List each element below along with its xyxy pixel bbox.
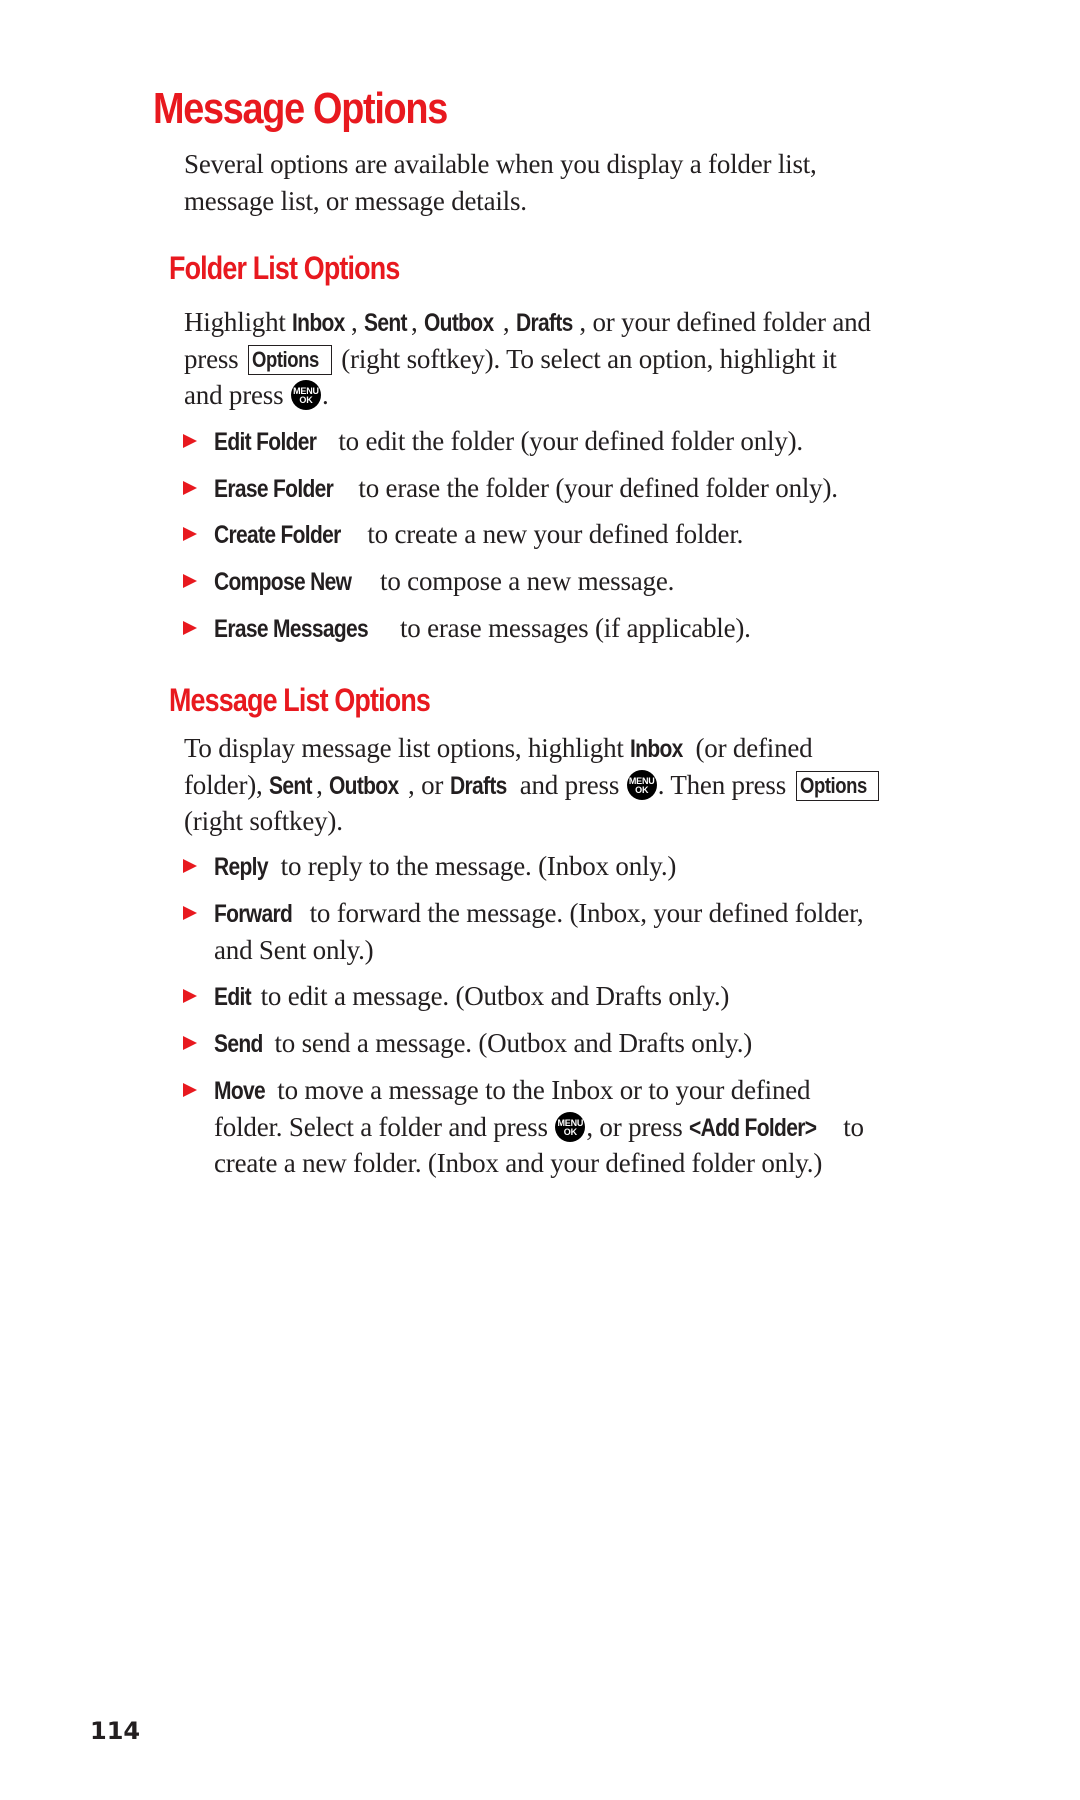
menu-ok-key-icon: MENU OK <box>626 769 657 800</box>
folder-list-paragraph: Highlight Inbox, Sent, Outbox, Drafts, o… <box>184 304 974 414</box>
option-term: Reply <box>214 853 269 881</box>
page-title: Message Options <box>153 84 448 133</box>
softkey-text: Options <box>252 346 319 372</box>
option-term: Forward <box>214 900 293 928</box>
red-triangle-bullet-icon <box>183 574 197 588</box>
text: and press <box>513 769 626 800</box>
red-triangle-bullet-icon <box>183 1036 197 1050</box>
option-desc: to send a message. (Outbox and Drafts on… <box>267 1028 753 1058</box>
text: and press <box>184 380 290 411</box>
term-outbox: Outbox <box>329 771 399 800</box>
option-desc: to forward the message. (Inbox, your def… <box>303 898 864 928</box>
option-desc: to reply to the message. (Inbox only.) <box>274 851 677 881</box>
text: , <box>316 769 330 800</box>
list-item-text: Move to move a message to the Inbox or t… <box>214 1072 994 1182</box>
list-item-text: Forward to forward the message. (Inbox, … <box>214 895 994 968</box>
text: to <box>836 1111 864 1142</box>
term-inbox: Inbox <box>292 309 345 337</box>
option-term: Compose New <box>214 568 352 596</box>
option-term: Create Folder <box>214 521 341 549</box>
term-outbox: Outbox <box>424 309 494 337</box>
text: folder. Select a folder and press <box>214 1111 555 1142</box>
paragraph-line: Highlight Inbox, Sent, Outbox, Drafts, o… <box>184 304 974 341</box>
options-softkey-label: Options <box>248 344 332 375</box>
list-item-text: Send to send a message. (Outbox and Draf… <box>214 1025 994 1063</box>
option-term: Erase Messages <box>214 615 369 643</box>
option-term: Move <box>214 1077 266 1105</box>
option-desc: to edit the folder (your defined folder … <box>331 426 803 456</box>
red-triangle-bullet-icon <box>183 859 197 873</box>
paragraph-line: press Options (right softkey). To select… <box>184 341 974 378</box>
text: . <box>321 380 329 411</box>
paragraph-line: To display message list options, highlig… <box>184 730 974 767</box>
option-desc: to erase the folder (your defined folder… <box>351 473 838 503</box>
text: . Then press <box>657 769 793 800</box>
item-line: folder. Select a folder and press MENU OK… <box>214 1109 994 1146</box>
paragraph-line: and press MENU OK. <box>184 377 974 414</box>
page-number: 114 <box>90 1717 141 1745</box>
red-triangle-bullet-icon <box>183 434 197 448</box>
section-heading-folder-list: Folder List Options <box>169 250 400 286</box>
text: (or defined <box>688 733 813 763</box>
text: press <box>184 343 246 374</box>
text: folder), <box>184 769 270 800</box>
text: , or your defined folder and <box>579 307 871 337</box>
option-desc: to move a message to the Inbox or to you… <box>270 1075 811 1105</box>
icon-text: OK <box>299 395 313 406</box>
manual-page: Message Options Several options are avai… <box>0 0 1080 1800</box>
list-item-text: Erase Messages to erase messages (if app… <box>214 610 994 648</box>
message-list-paragraph: To display message list options, highlig… <box>184 730 974 840</box>
options-softkey-label: Options <box>795 770 880 801</box>
text: To display message list options, highlig… <box>184 733 631 763</box>
term-sent: Sent <box>364 309 407 337</box>
list-item-text: Create Folder to create a new your defin… <box>214 516 994 554</box>
text: (right softkey). To select an option, hi… <box>334 343 837 374</box>
option-term: Edit Folder <box>214 428 317 456</box>
red-triangle-bullet-icon <box>183 989 197 1003</box>
intro-line: message list, or message details. <box>184 185 527 216</box>
red-triangle-bullet-icon <box>183 481 197 495</box>
red-triangle-bullet-icon <box>183 621 197 635</box>
text: , or <box>407 769 450 800</box>
list-item-text: Edit to edit a message. (Outbox and Draf… <box>214 978 994 1016</box>
option-desc: to create a new your defined folder. <box>360 519 744 549</box>
text: , <box>411 307 425 337</box>
section-heading-message-list: Message List Options <box>169 682 431 718</box>
paragraph-line: (right softkey). <box>184 806 343 837</box>
text: Highlight <box>184 307 293 337</box>
term-drafts: Drafts <box>449 771 507 800</box>
option-desc: to edit a message. (Outbox and Drafts on… <box>254 981 730 1011</box>
item-line: Move to move a message to the Inbox or t… <box>214 1072 994 1109</box>
term-add-folder: <Add Folder> <box>689 1113 817 1142</box>
softkey-text: Options <box>799 772 867 798</box>
intro-line: Several options are available when you d… <box>184 149 817 179</box>
option-desc: to compose a new message. <box>373 566 675 596</box>
item-line: create a new folder. (Inbox and your def… <box>214 1148 823 1179</box>
option-term: Send <box>214 1030 263 1058</box>
menu-ok-key-icon: MENU OK <box>290 380 321 411</box>
list-item-text: Edit Folder to edit the folder (your def… <box>214 423 994 461</box>
red-triangle-bullet-icon <box>183 527 197 541</box>
option-desc: to erase messages (if applicable). <box>393 613 751 643</box>
term-inbox: Inbox <box>630 735 683 763</box>
list-item-text: Erase Folder to erase the folder (your d… <box>214 470 994 508</box>
icon-text: OK <box>635 784 649 795</box>
list-item-text: Compose New to compose a new message. <box>214 563 994 601</box>
option-term: Edit <box>214 983 252 1011</box>
red-triangle-bullet-icon <box>183 906 197 920</box>
option-term: Erase Folder <box>214 475 334 503</box>
menu-ok-key-icon: MENU OK <box>555 1111 586 1142</box>
intro-paragraph: Several options are available when you d… <box>184 146 974 219</box>
term-sent: Sent <box>269 771 312 800</box>
term-drafts: Drafts <box>515 309 573 337</box>
item-line: Forward to forward the message. (Inbox, … <box>214 895 994 932</box>
list-item-text: Reply to reply to the message. (Inbox on… <box>214 848 994 886</box>
text: , <box>502 307 516 337</box>
paragraph-line: folder), Sent, Outbox , or Drafts and pre… <box>184 767 974 804</box>
text: , <box>350 307 365 337</box>
icon-text: OK <box>563 1126 577 1137</box>
item-line: and Sent only.) <box>214 934 374 965</box>
text: , or press <box>586 1111 690 1142</box>
red-triangle-bullet-icon <box>183 1083 197 1097</box>
